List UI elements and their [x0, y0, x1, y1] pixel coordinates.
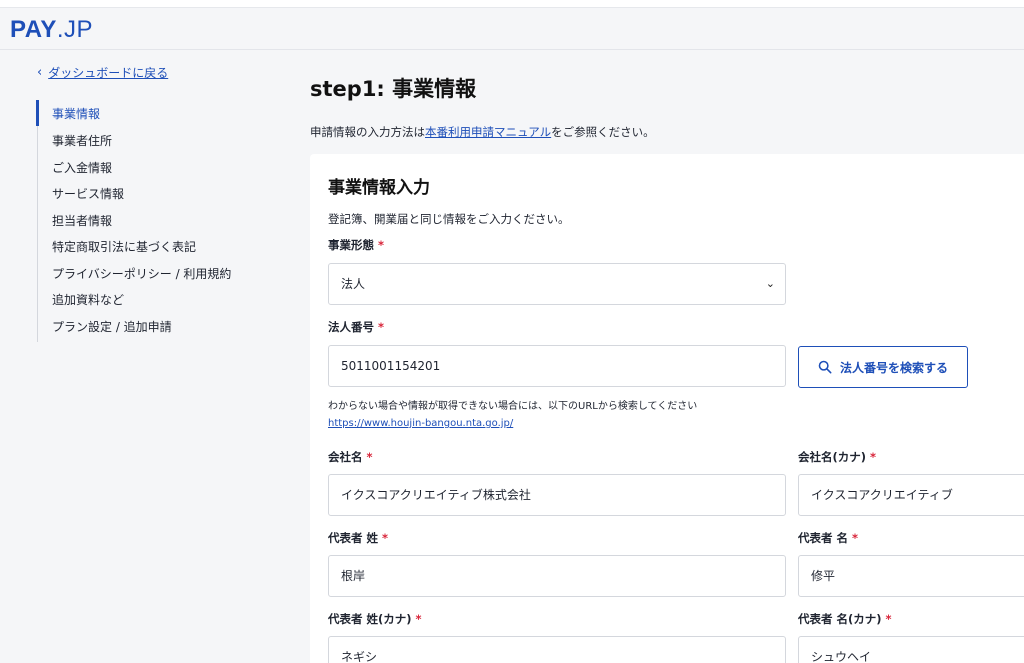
page-title: step1: 事業情報 — [310, 77, 477, 101]
sidebar-item-business-info[interactable]: 事業情報 — [52, 106, 100, 122]
rep-first-name-label: 代表者 名 * — [798, 531, 859, 545]
corporate-number-label: 法人番号 * — [328, 320, 385, 334]
required-mark: * — [378, 320, 385, 334]
business-type-select[interactable]: 法人 ⌄ — [328, 263, 786, 305]
business-type-label: 事業形態 * — [328, 238, 385, 252]
required-mark: * — [852, 531, 859, 545]
corporate-number-input[interactable]: 5011001154201 — [328, 345, 786, 387]
sidebar-item-privacy-terms[interactable]: プライバシーポリシー / 利用規約 — [52, 266, 231, 282]
sidebar-nav: 事業情報 事業者住所 ご入金情報 サービス情報 担当者情報 特定商取引法に基づく… — [36, 100, 257, 342]
manual-link[interactable]: 本番利用申請マニュアル — [425, 125, 551, 139]
sidebar-item-plan-settings[interactable]: プラン設定 / 追加申請 — [52, 319, 172, 335]
company-name-kana-label: 会社名(カナ) * — [798, 450, 877, 464]
rep-first-name-kana-input[interactable]: シュウヘイ — [798, 636, 1024, 663]
required-mark: * — [378, 238, 385, 252]
chevron-down-icon: ⌄ — [765, 277, 775, 290]
required-mark: * — [366, 450, 373, 464]
sidebar-item-payout-info[interactable]: ご入金情報 — [52, 160, 112, 176]
business-info-card: 事業情報入力 登記簿、開業届と同じ情報をご入力ください。 事業形態 * 法人 ⌄ … — [310, 154, 1024, 663]
rep-last-name-input[interactable]: 根岸 — [328, 555, 786, 597]
active-indicator — [36, 100, 39, 126]
company-name-input[interactable]: イクスコアクリエイティブ株式会社 — [328, 474, 786, 516]
sidebar-item-business-address[interactable]: 事業者住所 — [52, 133, 112, 149]
back-to-dashboard-link[interactable]: ‹ ダッシュボードに戻る — [37, 65, 168, 81]
back-link-label: ダッシュボードに戻る — [48, 66, 169, 80]
payjp-logo[interactable]: PAY.JP — [10, 17, 93, 43]
sidebar-item-commercial-law[interactable]: 特定商取引法に基づく表記 — [52, 239, 196, 255]
corporate-number-hint: わからない場合や情報が取得できない場合には、以下のURLから検索してください — [328, 401, 698, 412]
required-mark: * — [382, 531, 389, 545]
rep-last-name-kana-label: 代表者 姓(カナ) * — [328, 612, 422, 626]
business-type-value: 法人 — [341, 277, 366, 291]
company-name-label: 会社名 * — [328, 450, 373, 464]
search-button-label: 法人番号を検索する — [839, 360, 948, 375]
chevron-left-icon: ‹ — [37, 65, 43, 80]
rep-last-name-kana-input[interactable]: ネギシ — [328, 636, 786, 663]
sidebar-item-service-info[interactable]: サービス情報 — [52, 186, 124, 202]
sidebar-item-contact-info[interactable]: 担当者情報 — [52, 213, 112, 229]
rep-first-name-input[interactable]: 修平 — [798, 555, 1024, 597]
lead-text: 申請情報の入力方法は本番利用申請マニュアルをご参照ください。 — [310, 124, 655, 140]
required-mark: * — [415, 612, 422, 626]
search-corporate-number-button[interactable]: 法人番号を検索する — [798, 346, 968, 388]
logo-bold-text: PAY — [10, 16, 57, 43]
houjin-bangou-link[interactable]: https://www.houjin-bangou.nta.go.jp/ — [328, 417, 513, 431]
section-title: 事業情報入力 — [328, 178, 430, 198]
required-mark: * — [885, 612, 892, 626]
top-bar: PAY.JP — [0, 0, 1024, 50]
sidebar-item-additional-docs[interactable]: 追加資料など — [52, 292, 124, 308]
required-mark: * — [870, 450, 877, 464]
logo-light-text: .JP — [56, 16, 94, 43]
lead-prefix: 申請情報の入力方法は — [310, 125, 425, 139]
lead-suffix: をご参照ください。 — [551, 125, 655, 139]
company-name-kana-input[interactable]: イクスコアクリエイティブ — [798, 474, 1024, 516]
search-icon — [818, 360, 832, 374]
rep-first-name-kana-label: 代表者 名(カナ) * — [798, 612, 892, 626]
rep-last-name-label: 代表者 姓 * — [328, 531, 389, 545]
section-description: 登記簿、開業届と同じ情報をご入力ください。 — [328, 212, 570, 226]
